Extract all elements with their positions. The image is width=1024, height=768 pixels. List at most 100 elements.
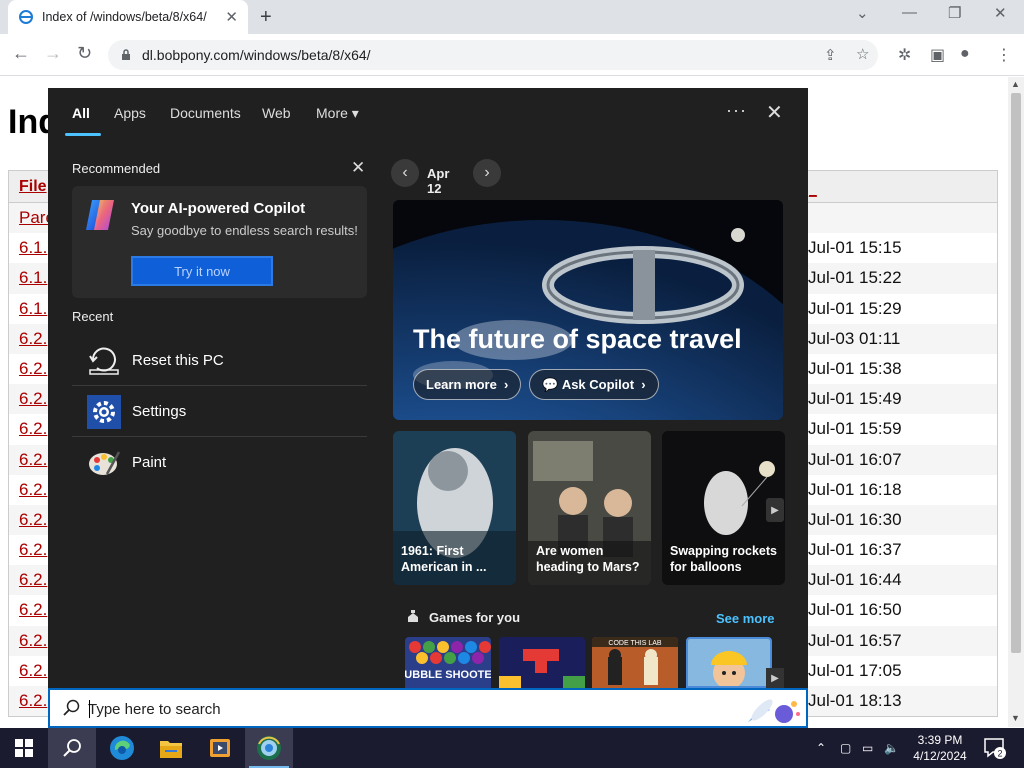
side-panel-icon[interactable]: ▣: [930, 45, 945, 65]
file-link[interactable]: 6.2.: [19, 661, 47, 681]
file-link[interactable]: 6.2.: [19, 600, 47, 620]
windows-logo-icon: [15, 739, 33, 757]
meet-now-icon[interactable]: ▢: [840, 728, 851, 768]
scroll-up-icon[interactable]: ▲: [1011, 79, 1020, 89]
file-link[interactable]: 6.2.: [19, 359, 47, 379]
show-hidden-icons-icon[interactable]: ⌃: [816, 728, 826, 768]
cards-next-button[interactable]: ▶: [766, 498, 784, 522]
volume-muted-icon[interactable]: 🔈: [884, 728, 899, 768]
news-card-women-mars[interactable]: Are women heading to Mars?: [528, 431, 651, 585]
file-link[interactable]: 6.1.: [19, 238, 47, 258]
recent-item-reset-pc[interactable]: Reset this PC: [72, 336, 367, 386]
header-name[interactable]: File: [19, 178, 47, 196]
reset-pc-icon: [89, 347, 119, 375]
recent-item-paint[interactable]: Paint: [72, 438, 367, 488]
ask-copilot-button[interactable]: 💬 Ask Copilot ›: [529, 369, 659, 400]
games-next-button[interactable]: ▶: [766, 668, 784, 688]
game-title: CODE THIS LAB: [608, 640, 661, 647]
forward-icon[interactable]: →: [44, 43, 62, 64]
taskbar-file-explorer[interactable]: [147, 728, 195, 768]
file-link[interactable]: 6.1.: [19, 268, 47, 288]
extensions-icon[interactable]: ✲: [898, 45, 911, 65]
gear-icon: [87, 395, 121, 429]
see-more-link[interactable]: See more: [716, 611, 775, 626]
taskbar-search-box[interactable]: [48, 688, 808, 728]
file-link[interactable]: 6.2.: [19, 510, 47, 530]
menu-icon[interactable]: ⋮: [996, 45, 1012, 65]
reload-icon[interactable]: ↻: [77, 43, 92, 64]
new-tab-icon[interactable]: +: [260, 6, 272, 29]
profile-icon[interactable]: ●: [960, 45, 970, 63]
file-link[interactable]: 6.2.: [19, 329, 47, 349]
start-button[interactable]: [0, 728, 48, 768]
tab-title: Index of /windows/beta/8/x64/: [42, 10, 207, 24]
header-date[interactable]: _: [809, 181, 817, 197]
taskbar-search-button[interactable]: [48, 728, 96, 768]
window-close-icon[interactable]: ✕: [994, 4, 1007, 22]
minimize-icon[interactable]: —: [902, 4, 917, 21]
news-card-astronaut[interactable]: 1961: First American in ...: [393, 431, 516, 585]
taskbar-chrome[interactable]: [245, 728, 293, 768]
scroll-down-icon[interactable]: ▼: [1011, 713, 1020, 723]
address-bar[interactable]: dl.bobpony.com/windows/beta/8/x64/ ⇪ ☆: [108, 40, 878, 70]
notification-center-icon[interactable]: 2: [982, 736, 1006, 760]
browser-tab[interactable]: Index of /windows/beta/8/x64/ ✕: [8, 0, 248, 34]
file-date: Jul-01 15:59: [808, 419, 902, 439]
tab-documents[interactable]: Documents: [170, 105, 241, 121]
file-date: Jul-01 16:18: [808, 479, 902, 499]
system-clock[interactable]: 3:39 PM 4/12/2024: [902, 732, 978, 764]
taskbar-edge[interactable]: [98, 728, 146, 768]
game-tile-bubble-shooter[interactable]: BUBBLE SHOOTER: [405, 637, 491, 688]
copilot-subtitle: Say goodbye to endless search results!: [131, 223, 358, 238]
tab-apps[interactable]: Apps: [114, 105, 146, 121]
active-tab-indicator: [65, 133, 101, 136]
file-link[interactable]: 6.2.: [19, 389, 47, 409]
file-link[interactable]: 6.1.: [19, 299, 47, 319]
tab-more[interactable]: More ▾: [316, 105, 359, 122]
game-tile-chess[interactable]: CODE THIS LAB: [592, 637, 678, 688]
search-tabs: All Apps Documents Web More ▾ ··· ✕: [48, 88, 808, 138]
search-icon: [63, 699, 80, 716]
tab-all[interactable]: All: [72, 105, 90, 121]
file-link[interactable]: 6.2.: [19, 480, 47, 500]
news-card-title: Swapping rockets for balloons: [670, 544, 777, 574]
hero-card[interactable]: The future of space travel Learn more › …: [393, 200, 783, 420]
file-link[interactable]: 6.2.: [19, 419, 47, 439]
file-link[interactable]: 6.2.: [19, 540, 47, 560]
more-options-icon[interactable]: ···: [726, 100, 747, 121]
recommended-label: Recommended: [72, 161, 161, 176]
back-icon[interactable]: ←: [12, 43, 30, 64]
share-icon[interactable]: ⇪: [824, 46, 837, 64]
try-it-now-button[interactable]: Try it now: [131, 256, 273, 286]
recent-item-label: Reset this PC: [132, 352, 224, 369]
next-day-button[interactable]: ›: [473, 159, 501, 187]
ie-icon: [19, 10, 33, 24]
game-tile-miner[interactable]: [686, 637, 772, 688]
lock-icon: [122, 49, 130, 60]
bookmark-star-icon[interactable]: ☆: [856, 45, 869, 63]
file-date: Jul-03 01:11: [808, 328, 901, 348]
browser-tab-strip: Index of /windows/beta/8/x64/ ✕ + ⌄ — ❐ …: [0, 0, 1024, 34]
copilot-promo[interactable]: Your AI-powered Copilot Say goodbye to e…: [72, 186, 367, 298]
chevron-right-icon: ›: [504, 377, 509, 392]
game-tile-tetris[interactable]: [499, 637, 585, 688]
paint-palette-icon: [89, 451, 121, 475]
page-scrollbar[interactable]: ▲ ▼: [1008, 77, 1024, 727]
file-link[interactable]: 6.2.: [19, 570, 47, 590]
close-flyout-icon[interactable]: ✕: [766, 100, 783, 125]
tab-search-icon[interactable]: ⌄: [856, 4, 869, 22]
file-link[interactable]: 6.2.: [19, 631, 47, 651]
tab-web[interactable]: Web: [262, 105, 291, 121]
scroll-thumb[interactable]: [1011, 93, 1021, 653]
close-tab-icon[interactable]: ✕: [225, 8, 238, 26]
taskbar-media-app[interactable]: [196, 728, 244, 768]
dismiss-recommended-icon[interactable]: ✕: [351, 158, 365, 178]
prev-day-button[interactable]: ‹: [391, 159, 419, 187]
recent-item-settings[interactable]: Settings: [72, 387, 367, 437]
network-icon[interactable]: ▭: [862, 728, 873, 768]
file-link[interactable]: 6.2.: [19, 691, 47, 711]
search-input[interactable]: [88, 696, 728, 722]
learn-more-button[interactable]: Learn more ›: [413, 369, 522, 400]
file-link[interactable]: 6.2.: [19, 450, 47, 470]
restore-icon[interactable]: ❐: [948, 4, 961, 22]
